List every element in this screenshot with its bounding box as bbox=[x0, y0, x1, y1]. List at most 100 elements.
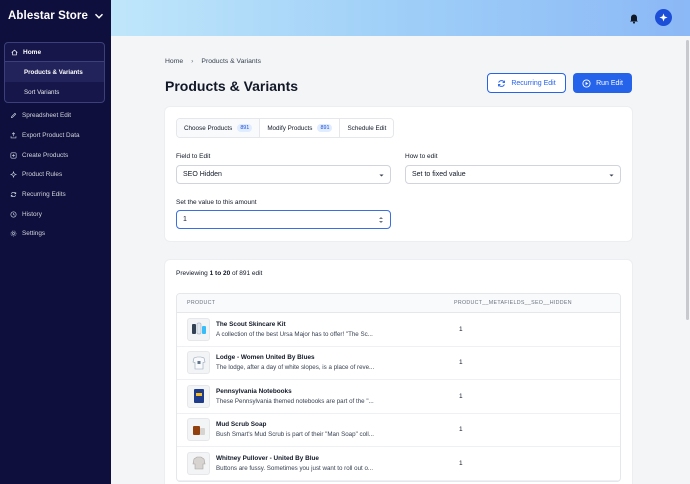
sidebar-item-product-rules[interactable]: Product Rules bbox=[4, 165, 105, 185]
sidebar-item-label: Sort Variants bbox=[24, 88, 60, 96]
page-scrollbar[interactable] bbox=[686, 40, 689, 320]
chevron-down-icon bbox=[95, 13, 104, 19]
breadcrumb-home[interactable]: Home bbox=[165, 58, 183, 65]
edit-settings-card: Choose Products 891 Modify Products 891 … bbox=[165, 107, 632, 241]
tab-label: Schedule Edit bbox=[347, 124, 387, 132]
amount-input[interactable]: 1 bbox=[176, 210, 391, 229]
product-name: Mud Scrub Soap bbox=[216, 421, 267, 429]
tab-label: Modify Products bbox=[267, 124, 313, 132]
ai-assistant-button[interactable] bbox=[655, 9, 672, 26]
store-name: Ablestar Store bbox=[8, 10, 89, 22]
tab-schedule-edit[interactable]: Schedule Edit bbox=[340, 119, 394, 137]
table-row[interactable]: Lodge - Women United By Blues The lodge,… bbox=[177, 347, 620, 380]
sidebar-item-recurring-edits[interactable]: Recurring Edits bbox=[4, 185, 105, 205]
sidebar-subitem-sort-variants[interactable]: Sort Variants bbox=[5, 82, 104, 102]
sidebar-nav: Home Products & Variants Sort Variants S… bbox=[4, 42, 105, 244]
clock-icon bbox=[10, 211, 17, 218]
chevron-right-icon: › bbox=[191, 58, 194, 65]
sidebar-item-label: Recurring Edits bbox=[22, 191, 66, 199]
table-row[interactable]: Pennsylvania Notebooks These Pennsylvani… bbox=[177, 380, 620, 414]
seo-hidden-value: 1 bbox=[459, 459, 463, 467]
sparkle-icon bbox=[10, 171, 17, 179]
product-thumbnail bbox=[187, 384, 210, 408]
stepper-arrows-icon[interactable] bbox=[378, 216, 384, 224]
preview-summary: Previewing 1 to 20 of 891 edit bbox=[176, 270, 262, 277]
table-row[interactable]: The Scout Skincare Kit A collection of t… bbox=[177, 313, 620, 347]
table-header: PRODUCT PRODUCT__METAFIELDS__SEO__HIDDEN bbox=[177, 294, 620, 313]
how-to-edit-select[interactable]: Set to fixed value bbox=[405, 165, 621, 184]
product-description: Buttons are fussy. Sometimes you just wa… bbox=[216, 464, 374, 472]
select-value: SEO Hidden bbox=[183, 171, 222, 178]
plus-square-icon bbox=[10, 152, 17, 159]
breadcrumb: Home › Products & Variants bbox=[165, 58, 261, 65]
product-description: A collection of the best Ursa Major has … bbox=[216, 330, 373, 338]
pencil-icon bbox=[10, 113, 17, 119]
sidebar-item-create-products[interactable]: Create Products bbox=[4, 145, 105, 165]
amount-label: Set the value to this amount bbox=[176, 199, 257, 206]
sidebar-item-label: Spreadsheet Edit bbox=[22, 112, 72, 120]
tab-choose-products[interactable]: Choose Products 891 bbox=[177, 119, 261, 137]
product-name: The Scout Skincare Kit bbox=[216, 320, 286, 328]
table-row[interactable]: Mud Scrub Soap Bush Smart's Mud Scrub is… bbox=[177, 414, 620, 447]
product-name: Whitney Pullover - United By Blue bbox=[216, 454, 319, 462]
seo-hidden-value: 1 bbox=[459, 359, 463, 367]
count-badge: 891 bbox=[237, 124, 253, 132]
sidebar-item-export-product-data[interactable]: Export Product Data bbox=[4, 126, 105, 146]
seo-hidden-value: 1 bbox=[459, 426, 463, 434]
run-edit-button[interactable]: Run Edit bbox=[573, 73, 632, 93]
product-thumbnail bbox=[187, 351, 210, 375]
sidebar-item-label: History bbox=[22, 210, 42, 218]
store-switcher[interactable]: Ablestar Store bbox=[8, 10, 104, 22]
preview-card: Previewing 1 to 20 of 891 edit PRODUCT P… bbox=[165, 260, 632, 484]
sidebar-item-label: Export Product Data bbox=[22, 132, 80, 140]
sidebar-item-home[interactable]: Home bbox=[5, 43, 104, 62]
seo-hidden-value: 1 bbox=[459, 392, 463, 400]
chevron-down-icon bbox=[609, 174, 614, 177]
tab-label: Choose Products bbox=[184, 124, 233, 132]
product-description: Bush Smart's Mud Scrub is part of their … bbox=[216, 431, 374, 439]
page-title: Products & Variants bbox=[165, 78, 299, 94]
tab-modify-products[interactable]: Modify Products 891 bbox=[260, 119, 341, 137]
product-name: Lodge - Women United By Blues bbox=[216, 354, 315, 362]
step-tabs: Choose Products 891 Modify Products 891 … bbox=[176, 118, 395, 138]
refresh-icon bbox=[498, 79, 506, 87]
sidebar-item-history[interactable]: History bbox=[4, 204, 105, 224]
recurring-edit-label: Recurring Edit bbox=[511, 79, 556, 87]
top-bar bbox=[111, 0, 690, 36]
how-to-edit-label: How to edit bbox=[405, 153, 438, 160]
count-badge: 891 bbox=[317, 124, 333, 132]
select-value: Set to fixed value bbox=[412, 171, 466, 178]
breadcrumb-current: Products & Variants bbox=[201, 58, 261, 65]
product-description: These Pennsylvania themed notebooks are … bbox=[216, 397, 374, 405]
nav-home-group: Home Products & Variants Sort Variants bbox=[4, 42, 105, 103]
table-row[interactable]: Whitney Pullover - United By Blue Button… bbox=[177, 447, 620, 481]
preview-range: 1 to 20 bbox=[209, 270, 231, 277]
sidebar-item-spreadsheet-edit[interactable]: Spreadsheet Edit bbox=[4, 106, 105, 126]
bell-icon[interactable] bbox=[628, 12, 640, 24]
product-thumbnail bbox=[187, 451, 210, 475]
sidebar-item-label: Create Products bbox=[22, 151, 69, 159]
sidebar-item-label: Settings bbox=[22, 230, 46, 238]
run-edit-label: Run Edit bbox=[596, 79, 623, 87]
sidebar-item-label: Product Rules bbox=[22, 171, 63, 179]
chevron-down-icon bbox=[379, 174, 384, 177]
product-thumbnail bbox=[187, 418, 210, 442]
sidebar-subitem-products-variants[interactable]: Products & Variants bbox=[5, 62, 104, 82]
field-to-edit-select[interactable]: SEO Hidden bbox=[176, 165, 391, 184]
preview-prefix: Previewing bbox=[176, 270, 210, 277]
field-to-edit-label: Field to Edit bbox=[176, 153, 211, 160]
column-header-seo-hidden: PRODUCT__METAFIELDS__SEO__HIDDEN bbox=[454, 300, 572, 306]
preview-suffix: of 891 edit bbox=[230, 270, 263, 277]
product-name: Pennsylvania Notebooks bbox=[216, 387, 292, 395]
product-description: The lodge, after a day of white slopes, … bbox=[216, 364, 375, 372]
preview-table: PRODUCT PRODUCT__METAFIELDS__SEO__HIDDEN… bbox=[176, 293, 621, 482]
sidebar-item-settings[interactable]: Settings bbox=[4, 224, 105, 244]
play-circle-icon bbox=[582, 78, 591, 88]
refresh-icon bbox=[10, 192, 17, 198]
gear-icon bbox=[10, 231, 17, 237]
home-icon bbox=[11, 49, 18, 55]
sidebar-item-label: Products & Variants bbox=[24, 68, 83, 76]
product-thumbnail bbox=[187, 317, 210, 341]
sidebar-item-label: Home bbox=[23, 48, 42, 56]
recurring-edit-button[interactable]: Recurring Edit bbox=[487, 73, 566, 93]
